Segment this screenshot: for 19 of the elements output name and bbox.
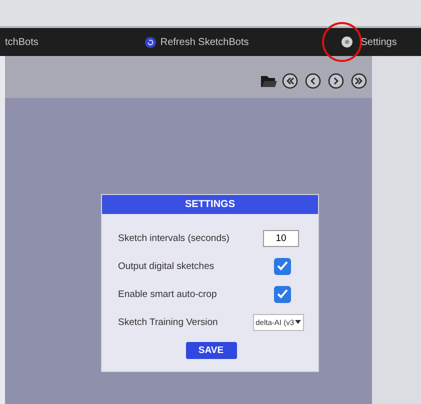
field-label: Sketch Training Version	[118, 316, 218, 328]
refresh-icon[interactable]	[145, 36, 156, 48]
first-page-icon[interactable]	[282, 73, 298, 89]
caret-icon	[295, 320, 301, 324]
previous-icon[interactable]	[305, 73, 321, 89]
field-label: Sketch intervals (seconds)	[118, 232, 230, 244]
field-label: Output digital sketches	[118, 260, 214, 272]
checkbox[interactable]	[274, 258, 291, 274]
folder-icon[interactable]	[261, 74, 277, 88]
save-button[interactable]: SAVE	[186, 342, 236, 359]
dialog-title: SETTINGS	[102, 195, 318, 214]
settings-icon[interactable]	[340, 36, 353, 48]
field-label: Enable smart auto-crop	[118, 288, 217, 300]
checkbox[interactable]	[274, 286, 291, 302]
last-page-icon[interactable]	[351, 73, 367, 89]
refresh-link[interactable]: Refresh SketchBots	[160, 36, 249, 48]
interval-input[interactable]: 10	[263, 230, 299, 246]
nav-link[interactable]: tchBots	[5, 36, 38, 48]
next-icon[interactable]	[328, 73, 344, 89]
